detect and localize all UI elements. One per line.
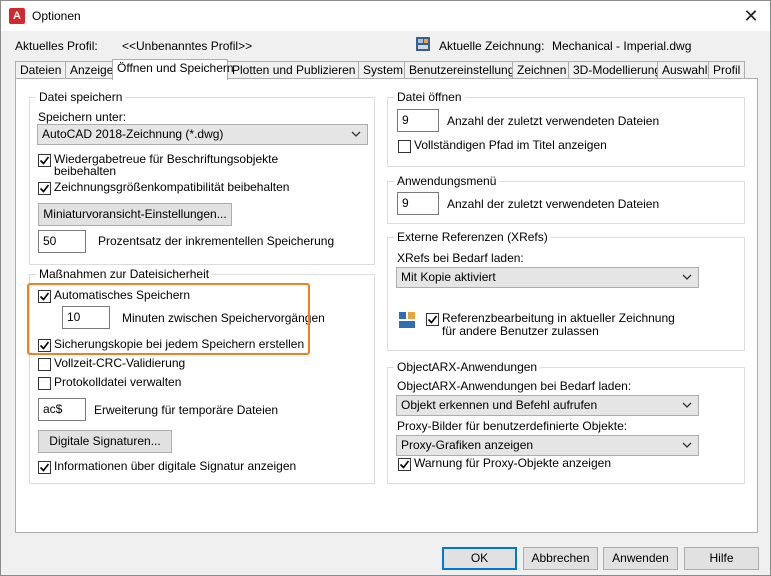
logfile-check-box[interactable] <box>38 377 51 390</box>
xrefs-group-title: Externe Referenzen (XRefs) <box>394 230 551 244</box>
xref-edit-check-box[interactable] <box>426 313 439 326</box>
tab-benutzereinstellungen[interactable]: Benutzereinstellungen <box>404 61 528 79</box>
logfile-label: Protokolldatei verwalten <box>54 375 182 389</box>
tab-auswahl[interactable]: Auswahl <box>657 61 709 79</box>
menu-recent-label: Anzahl der zuletzt verwendeten Dateien <box>447 197 660 211</box>
fidelity-check-box[interactable] <box>38 154 51 167</box>
cancel-button[interactable]: Abbrechen <box>523 547 598 570</box>
drawing-file-icon <box>416 37 430 51</box>
open-recent-label: Anzahl der zuletzt verwendeten Dateien <box>447 114 660 128</box>
temp-extension-input[interactable]: ac$ <box>38 398 86 421</box>
signature-info-check-box[interactable] <box>38 461 51 474</box>
open-group: Datei öffnen <box>387 90 745 167</box>
backup-checkbox[interactable]: Sicherungskopie bei jedem Speichern erst… <box>38 337 305 353</box>
chevron-down-icon <box>351 131 361 137</box>
safety-group-title: Maßnahmen zur Dateisicherheit <box>36 267 213 281</box>
proxy-warning-check-box[interactable] <box>398 458 411 471</box>
save-as-value: AutoCAD 2018-Zeichnung (*.dwg) <box>42 127 224 141</box>
autosave-check-box[interactable] <box>38 290 51 303</box>
autosave-checkbox[interactable]: Automatisches Speichern <box>38 288 298 304</box>
xref-demand-select[interactable]: Mit Kopie aktiviert <box>396 267 699 288</box>
thumbnail-settings-button[interactable]: Miniaturvoransicht-Einstellungen... <box>38 203 232 226</box>
close-icon[interactable]: ✕ <box>738 5 764 27</box>
drawing-value: Mechanical - Imperial.dwg <box>552 39 692 53</box>
crc-checkbox[interactable]: Vollzeit-CRC-Validierung <box>38 356 238 372</box>
tab-3d-modellierung[interactable]: 3D-Modellierung <box>568 61 661 79</box>
backup-label: Sicherungskopie bei jedem Speichern erst… <box>54 337 305 351</box>
temp-extension-label: Erweiterung für temporäre Dateien <box>94 403 279 417</box>
autocad-app-icon: A <box>9 8 25 24</box>
arx-demand-value: Objekt erkennen und Befehl aufrufen <box>401 398 598 412</box>
help-button[interactable]: Hilfe <box>684 547 759 570</box>
tab-zeichnen[interactable]: Zeichnen <box>512 61 569 79</box>
save-group-title: Datei speichern <box>36 90 126 104</box>
profile-value: <<Unbenanntes Profil>> <box>122 39 253 53</box>
signature-info-checkbox[interactable]: Informationen über digitale Signatur anz… <box>38 459 338 475</box>
ok-button[interactable]: OK <box>442 547 517 570</box>
size-compat-check-box[interactable] <box>38 182 51 195</box>
options-dialog: A Optionen ✕ Aktuelles Profil: <<Unbenan… <box>0 0 771 576</box>
crc-check-box[interactable] <box>38 358 51 371</box>
arx-group-title: ObjectARX-Anwendungen <box>394 360 541 374</box>
proxy-warning-checkbox[interactable]: Warnung für Proxy-Objekte anzeigen <box>398 456 658 472</box>
apply-button[interactable]: Anwenden <box>603 547 678 570</box>
size-compat-label: Zeichnungsgrößenkompatibilität beibehalt… <box>54 180 290 194</box>
proxy-label: Proxy-Bilder für benutzerdefinierte Obje… <box>397 419 628 433</box>
xref-edit-icon <box>399 312 415 328</box>
tab-anzeige[interactable]: Anzeige <box>65 61 113 79</box>
logfile-checkbox[interactable]: Protokolldatei verwalten <box>38 375 238 391</box>
xref-demand-value: Mit Kopie aktiviert <box>401 270 496 284</box>
full-path-check-box[interactable] <box>398 140 411 153</box>
drawing-label: Aktuelle Zeichnung: <box>439 39 545 53</box>
chevron-down-icon <box>682 442 692 448</box>
tab-dateien[interactable]: Dateien <box>15 61 66 79</box>
proxy-select[interactable]: Proxy-Grafiken anzeigen <box>396 435 699 456</box>
app-menu-group-title: Anwendungsmenü <box>394 174 500 188</box>
tab-oeffnen-und-speichern[interactable]: Öffnen und Speichern <box>112 59 234 80</box>
autosave-minutes-input[interactable]: 10 <box>62 306 110 329</box>
chevron-down-icon <box>682 274 692 280</box>
proxy-warning-label: Warnung für Proxy-Objekte anzeigen <box>414 456 611 470</box>
backup-check-box[interactable] <box>38 339 51 352</box>
signature-info-label: Informationen über digitale Signatur anz… <box>54 459 297 473</box>
incremental-save-label: Prozentsatz der inkrementellen Speicheru… <box>98 234 335 248</box>
incremental-save-input[interactable]: 50 <box>38 230 86 253</box>
save-as-label: Speichern unter: <box>38 110 127 124</box>
xref-edit-checkbox[interactable]: Referenzbearbeitung in aktueller Zeichnu… <box>426 312 686 341</box>
chevron-down-icon <box>682 402 692 408</box>
xref-edit-label-2: für andere Benutzer zulassen <box>442 324 599 338</box>
proxy-value: Proxy-Grafiken anzeigen <box>401 438 534 452</box>
tab-profil[interactable]: Profil <box>708 61 745 79</box>
arx-demand-select[interactable]: Objekt erkennen und Befehl aufrufen <box>396 395 699 416</box>
save-as-select[interactable]: AutoCAD 2018-Zeichnung (*.dwg) <box>37 124 368 145</box>
digital-signatures-button[interactable]: Digitale Signaturen... <box>38 430 172 453</box>
tab-plotten-und-publizieren[interactable]: Plotten und Publizieren <box>227 61 359 79</box>
profile-label: Aktuelles Profil: <box>15 39 98 53</box>
open-group-title: Datei öffnen <box>394 90 465 104</box>
fidelity-label-2: beibehalten <box>54 164 117 178</box>
autosave-minutes-label: Minuten zwischen Speichervorgängen <box>122 311 325 325</box>
xref-demand-label: XRefs bei Bedarf laden: <box>397 251 524 265</box>
crc-label: Vollzeit-CRC-Validierung <box>54 356 186 370</box>
full-path-label: Vollständigen Pfad im Titel anzeigen <box>414 138 607 152</box>
arx-demand-label: ObjectARX-Anwendungen bei Bedarf laden: <box>397 379 632 393</box>
fidelity-checkbox[interactable]: Wiedergabetreue für Beschriftungsobjekte… <box>38 153 368 182</box>
full-path-checkbox[interactable]: Vollständigen Pfad im Titel anzeigen <box>398 138 698 154</box>
window-title: Optionen <box>32 9 81 23</box>
autosave-label: Automatisches Speichern <box>54 288 191 302</box>
size-compat-checkbox[interactable]: Zeichnungsgrößenkompatibilität beibehalt… <box>38 180 368 196</box>
menu-recent-input[interactable]: 9 <box>397 192 439 215</box>
title-bar: A Optionen ✕ <box>1 1 770 31</box>
tab-system[interactable]: System <box>358 61 405 79</box>
open-recent-input[interactable]: 9 <box>397 109 439 132</box>
